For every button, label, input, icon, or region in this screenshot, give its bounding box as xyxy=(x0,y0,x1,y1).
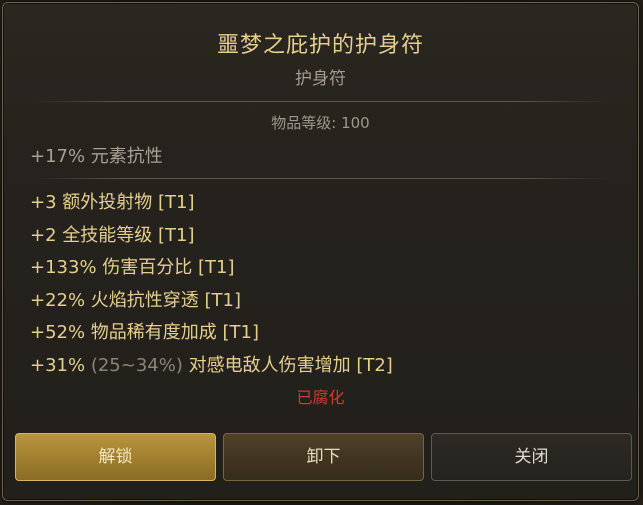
unequip-button[interactable]: 卸下 xyxy=(223,433,424,481)
affix-line: +52% 物品稀有度加成 [T1] xyxy=(30,322,260,343)
affix-list: +3 额外投射物 [T1] +2 全技能等级 [T1] +133% 伤害百分比 … xyxy=(30,187,393,382)
unlock-button[interactable]: 解锁 xyxy=(15,433,216,481)
divider xyxy=(33,178,608,179)
affix-line: +133% 伤害百分比 [T1] xyxy=(30,257,235,278)
affix-value: +31% xyxy=(30,354,86,376)
item-name: 噩梦之庇护的护身符 xyxy=(216,33,424,58)
divider xyxy=(33,101,608,102)
affix-range: (25~34%) xyxy=(90,354,183,376)
item-tooltip-panel: 噩梦之庇护的护身符 护身符 物品等级: 100 +17% 元素抗性 +3 额外投… xyxy=(2,2,639,501)
corrupted-status: 已腐化 xyxy=(296,388,345,407)
affix-line: +2 全技能等级 [T1] xyxy=(30,224,195,246)
implicit-mod: +17% 元素抗性 xyxy=(30,146,163,167)
item-type: 护身符 xyxy=(295,69,346,89)
affix-line-with-range: +31% (25~34%) 对感电敌人伤害增加 [T2] xyxy=(30,350,393,383)
affix-line: +22% 火焰抗性穿透 [T1] xyxy=(30,289,242,311)
close-button[interactable]: 关闭 xyxy=(431,433,632,481)
affix-line: +3 额外投射物 [T1] xyxy=(30,192,195,213)
item-level: 物品等级: 100 xyxy=(271,114,370,132)
affix-description: 对感电敌人伤害增加 [T2] xyxy=(188,354,393,376)
